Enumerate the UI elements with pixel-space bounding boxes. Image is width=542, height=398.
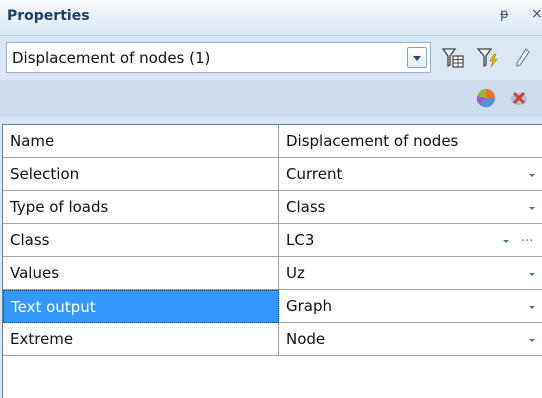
remove-icon[interactable] xyxy=(506,87,530,109)
property-value[interactable]: Graph xyxy=(279,290,542,323)
chevron-down-icon[interactable] xyxy=(526,266,538,280)
close-icon[interactable]: × xyxy=(531,6,542,22)
property-row-values[interactable]: Values Uz xyxy=(3,257,542,290)
property-label: Name xyxy=(3,125,279,158)
property-label: Class xyxy=(3,224,279,257)
property-row-selection[interactable]: Selection Current xyxy=(3,158,542,191)
pie-chart-icon[interactable] xyxy=(474,87,498,109)
property-grid: Name Displacement of nodes Selection Cur… xyxy=(2,124,542,398)
results-selector-combobox[interactable]: Displacement of nodes (1) xyxy=(6,42,431,73)
actions-bar xyxy=(0,80,542,117)
chevron-down-icon[interactable] xyxy=(526,167,538,181)
property-row-class[interactable]: Class LC3 ... xyxy=(3,224,542,257)
property-label: Type of loads xyxy=(3,191,279,224)
property-value[interactable]: Uz xyxy=(279,257,542,290)
property-value[interactable]: Current xyxy=(279,158,542,191)
chevron-down-icon[interactable] xyxy=(500,233,512,247)
edit-pencil-icon[interactable] xyxy=(510,45,536,71)
filter-flash-icon[interactable] xyxy=(475,45,501,71)
chevron-down-icon[interactable] xyxy=(526,299,538,313)
property-value[interactable]: Class xyxy=(279,191,542,224)
chevron-down-icon[interactable] xyxy=(526,200,538,214)
property-value[interactable]: Displacement of nodes xyxy=(279,125,542,158)
chevron-down-icon[interactable] xyxy=(526,332,538,346)
pin-icon[interactable]: ᵽ xyxy=(500,7,509,22)
property-row-extreme[interactable]: Extreme Node xyxy=(3,323,542,356)
results-selector-value: Displacement of nodes (1) xyxy=(12,49,211,67)
ellipsis-button[interactable]: ... xyxy=(521,230,533,245)
property-label: Text output xyxy=(3,290,279,323)
property-row-type-of-loads[interactable]: Type of loads Class xyxy=(3,191,542,224)
filter-table-icon[interactable] xyxy=(440,45,466,71)
panel-title: Properties xyxy=(7,8,90,24)
property-label: Extreme xyxy=(3,323,279,356)
panel-titlebar: Properties ᵽ × xyxy=(0,0,542,36)
property-row-text-output[interactable]: Text output Graph xyxy=(3,290,542,323)
property-value[interactable]: Node xyxy=(279,323,542,356)
property-label: Values xyxy=(3,257,279,290)
chevron-down-icon[interactable] xyxy=(407,47,427,68)
property-label: Selection xyxy=(3,158,279,191)
property-row-name[interactable]: Name Displacement of nodes xyxy=(3,125,542,158)
